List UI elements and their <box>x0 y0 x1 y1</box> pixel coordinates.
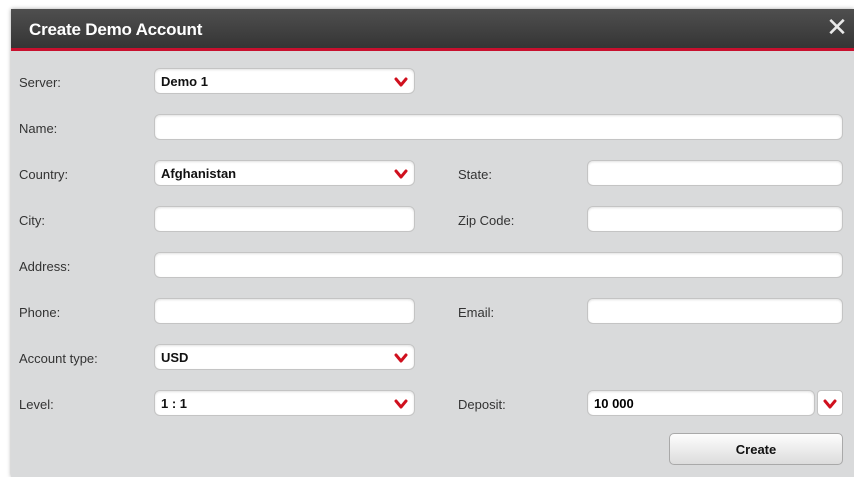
chevron-down-icon <box>394 169 408 179</box>
country-select[interactable]: Afghanistan <box>154 160 415 186</box>
email-input[interactable] <box>588 299 842 323</box>
deposit-label: Deposit: <box>458 397 506 412</box>
account-type-select[interactable]: USD <box>154 344 415 370</box>
phone-field[interactable] <box>154 298 415 324</box>
deposit-dropdown-button[interactable] <box>817 390 843 416</box>
state-field[interactable] <box>587 160 843 186</box>
zip-code-input[interactable] <box>588 207 842 231</box>
name-field[interactable] <box>154 114 843 140</box>
dialog-titlebar: Create Demo Account ✕ <box>11 9 854 51</box>
deposit-combo[interactable] <box>587 390 815 416</box>
zip-code-label: Zip Code: <box>458 213 515 228</box>
name-input[interactable] <box>155 115 842 139</box>
account-type-select-value: USD <box>161 350 189 365</box>
city-field[interactable] <box>154 206 415 232</box>
address-label: Address: <box>19 259 71 274</box>
close-icon[interactable]: ✕ <box>824 14 850 40</box>
account-type-label: Account type: <box>19 351 98 366</box>
chevron-down-icon <box>394 77 408 87</box>
server-label: Server: <box>19 75 61 90</box>
zip-code-field[interactable] <box>587 206 843 232</box>
city-label: City: <box>19 213 45 228</box>
country-label: Country: <box>19 167 69 182</box>
level-select-value: 1 : 1 <box>161 396 188 411</box>
city-input[interactable] <box>155 207 414 231</box>
create-button[interactable]: Create <box>669 433 843 465</box>
address-input[interactable] <box>155 253 842 277</box>
email-field[interactable] <box>587 298 843 324</box>
level-select[interactable]: 1 : 1 <box>154 390 415 416</box>
chevron-down-icon <box>394 353 408 363</box>
phone-label: Phone: <box>19 305 61 320</box>
server-select-value: Demo 1 <box>161 74 208 89</box>
name-label: Name: <box>19 121 58 136</box>
phone-input[interactable] <box>155 299 414 323</box>
address-field[interactable] <box>154 252 843 278</box>
state-label: State: <box>458 167 492 182</box>
server-select[interactable]: Demo 1 <box>154 68 415 94</box>
chevron-down-icon <box>823 399 837 409</box>
email-label: Email: <box>458 305 495 320</box>
deposit-input[interactable] <box>588 391 814 415</box>
state-input[interactable] <box>588 161 842 185</box>
dialog-title: Create Demo Account <box>29 20 203 39</box>
country-select-value: Afghanistan <box>161 166 237 181</box>
create-demo-account-dialog: Create Demo Account ✕ Server: Demo 1 Nam… <box>11 9 854 477</box>
chevron-down-icon <box>394 399 408 409</box>
level-label: Level: <box>19 397 54 412</box>
